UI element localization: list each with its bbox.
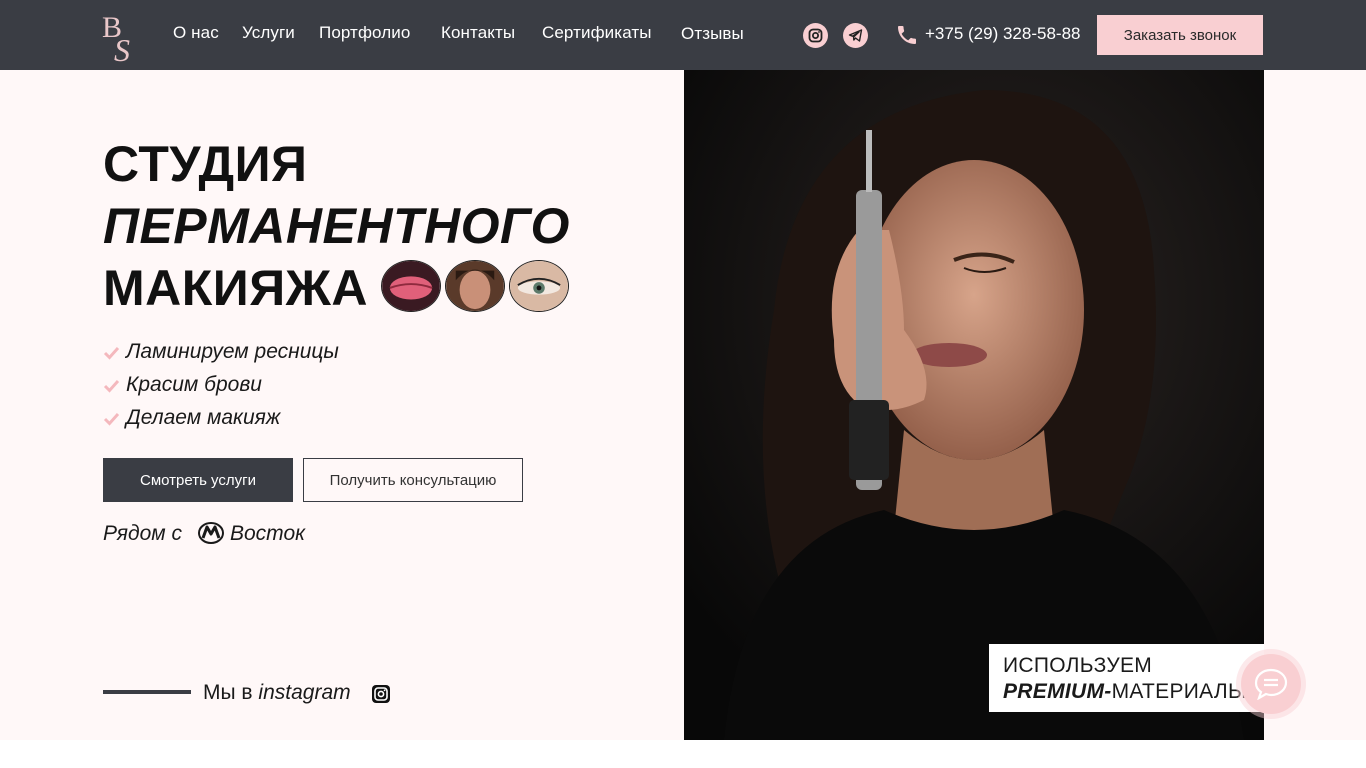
view-services-button[interactable]: Смотреть услуги <box>103 458 293 502</box>
page-bottom <box>0 740 1366 768</box>
chat-button[interactable] <box>1241 654 1301 714</box>
get-consultation-button[interactable]: Получить консультацию <box>303 458 523 502</box>
telegram-link[interactable] <box>843 23 868 48</box>
telegram-icon <box>848 29 863 42</box>
chat-icon <box>1254 668 1288 700</box>
metro-icon <box>198 522 224 544</box>
face-thumbnail <box>445 260 505 312</box>
nav-contacts[interactable]: Контакты <box>441 23 515 43</box>
lips-thumbnail <box>381 260 441 312</box>
instagram-link-text[interactable]: Мы в instagram <box>203 681 351 705</box>
check-icon <box>103 346 120 360</box>
nav-services[interactable]: Услуги <box>242 23 295 43</box>
logo[interactable]: B S <box>100 7 142 68</box>
hero-side-bg <box>1264 70 1366 740</box>
hero-photo <box>684 70 1264 740</box>
eye-thumbnail <box>509 260 569 312</box>
instagram-icon[interactable] <box>372 685 390 703</box>
metro-station: Восток <box>230 522 306 545</box>
nav-about[interactable]: О нас <box>173 23 219 43</box>
metro-prefix: Рядом с <box>103 522 183 545</box>
instagram-link[interactable] <box>803 23 828 48</box>
svg-text:S: S <box>114 32 130 65</box>
hero-title-line3: МАКИЯЖА <box>103 260 368 316</box>
check-icon <box>103 379 120 393</box>
callback-button[interactable]: Заказать звонок <box>1097 15 1263 55</box>
nav-certificates[interactable]: Сертификаты <box>542 23 652 43</box>
nav-reviews[interactable]: Отзывы <box>681 24 744 44</box>
hero-title-line1: СТУДИЯ <box>103 136 308 192</box>
phone-number[interactable]: +375 (29) 328-58-88 <box>925 24 1080 44</box>
premium-materials-badge: ИСПОЛЬЗУЕМ PREMIUM-МАТЕРИАЛЫ <box>989 644 1264 712</box>
logo-icon: B S <box>102 11 130 68</box>
nav-portfolio[interactable]: Портфолио <box>319 23 410 43</box>
check-icon <box>103 412 120 426</box>
phone-icon <box>898 26 916 44</box>
site-header: B S О нас Услуги Портфолио Контакты Серт… <box>0 0 1366 70</box>
instagram-icon <box>808 28 823 43</box>
divider-line <box>103 690 191 694</box>
hero-title-line2: ПЕРМАНЕНТНОГО <box>103 198 570 254</box>
